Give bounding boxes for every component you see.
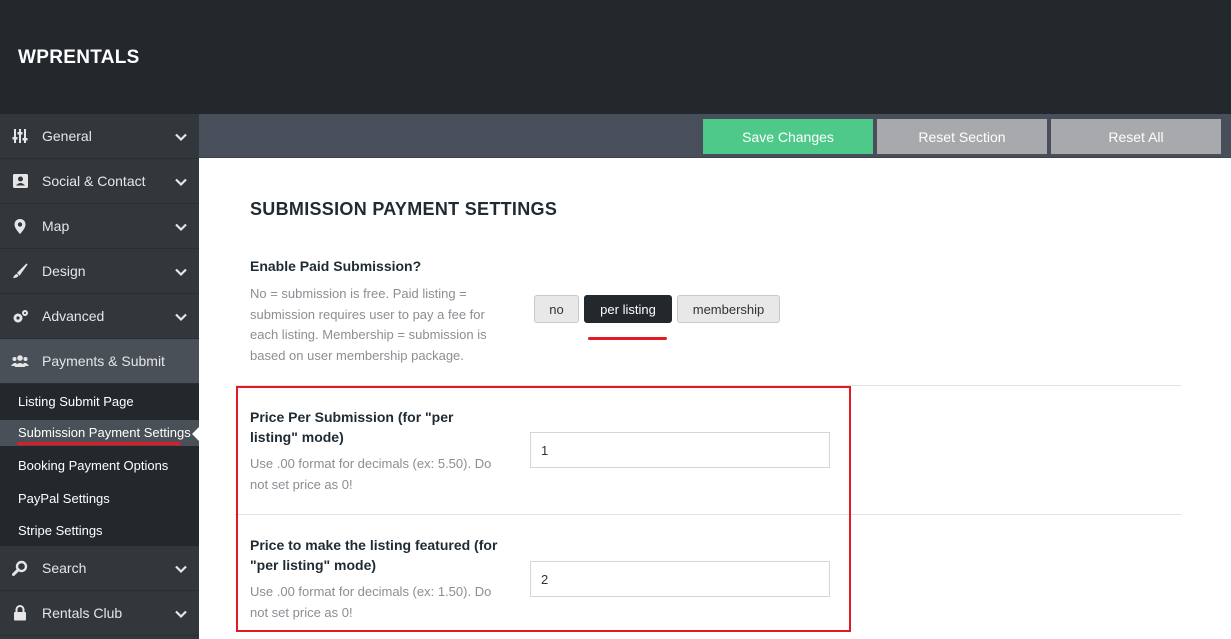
chevron-down-icon [175,219,187,237]
row-divider [235,514,1181,515]
sidebar-item-label: Map [42,218,70,234]
sidebar-item-payments-submit[interactable]: Payments & Submit [0,339,199,384]
sidebar-item-general[interactable]: General [0,114,199,159]
sliders-icon [11,127,29,145]
submenu-item-booking-payment-options[interactable]: Booking Payment Options [18,458,168,473]
option-no-button[interactable]: no [534,295,579,323]
annotation-underline [17,442,181,445]
brand-logo-text: WPRENTALS [18,47,140,68]
chevron-down-icon [175,606,187,624]
sidebar-item-social-contact[interactable]: Social & Contact [0,159,199,204]
brush-icon [11,262,29,280]
option-per-listing-button[interactable]: per listing [584,295,672,323]
sidebar-item-label: Social & Contact [42,173,146,189]
price-featured-title: Price to make the listing featured (for … [250,537,498,573]
contact-card-icon [11,172,29,190]
sidebar-item-label: Payments & Submit [42,353,165,369]
chevron-down-icon [175,561,187,579]
submenu-item-stripe-settings[interactable]: Stripe Settings [18,523,103,538]
sidebar-submenu: Listing Submit Page Submission Payment S… [0,384,199,546]
sidebar-item-label: Rentals Club [42,605,123,621]
sidebar-item-label: Advanced [42,308,105,324]
annotation-underline [588,337,667,340]
price-featured-description: Use .00 format for decimals (ex: 1.50). … [250,584,492,620]
submenu-item-paypal-settings[interactable]: PayPal Settings [18,491,110,506]
chevron-down-icon [175,309,187,327]
save-changes-button[interactable]: Save Changes [703,119,873,154]
settings-panel: SUBMISSION PAYMENT SETTINGS Enable Paid … [199,158,1231,639]
option-membership-button[interactable]: membership [677,295,780,323]
map-pin-icon [11,217,29,235]
row-divider [235,385,1181,386]
sidebar-item-label: Design [42,263,86,279]
action-bar: Save Changes Reset Section Reset All [199,114,1231,158]
reset-section-button[interactable]: Reset Section [877,119,1047,154]
current-item-arrow [192,427,199,441]
sidebar-item-design[interactable]: Design [0,249,199,294]
sidebar: General Social & Contact Map Design Adva… [0,114,199,639]
submenu-item-listing-submit-page[interactable]: Listing Submit Page [18,394,134,409]
lock-icon [11,604,29,622]
chevron-down-icon [175,174,187,192]
sidebar-item-search[interactable]: Search [0,546,199,591]
reset-all-button[interactable]: Reset All [1051,119,1221,154]
gears-icon [11,307,29,325]
enable-paid-submission-description: No = submission is free. Paid listing = … [250,286,487,363]
price-per-submission-input[interactable] [530,432,830,468]
section-title: SUBMISSION PAYMENT SETTINGS [250,199,558,219]
sidebar-item-label: Search [42,560,87,576]
chevron-down-icon [175,264,187,282]
top-header: WPRENTALS [0,0,1231,114]
sidebar-item-rentals-club[interactable]: Rentals Club [0,591,199,636]
sidebar-item-map[interactable]: Map [0,204,199,249]
sidebar-item-advanced[interactable]: Advanced [0,294,199,339]
sidebar-item-label: General [42,128,92,144]
chevron-down-icon [175,129,187,147]
enable-paid-submission-title: Enable Paid Submission? [250,258,422,274]
search-icon [11,559,29,577]
price-featured-input[interactable] [530,561,830,597]
price-per-submission-title: Price Per Submission (for "per listing" … [250,409,454,445]
price-per-submission-description: Use .00 format for decimals (ex: 5.50). … [250,456,492,492]
users-icon [11,352,29,370]
